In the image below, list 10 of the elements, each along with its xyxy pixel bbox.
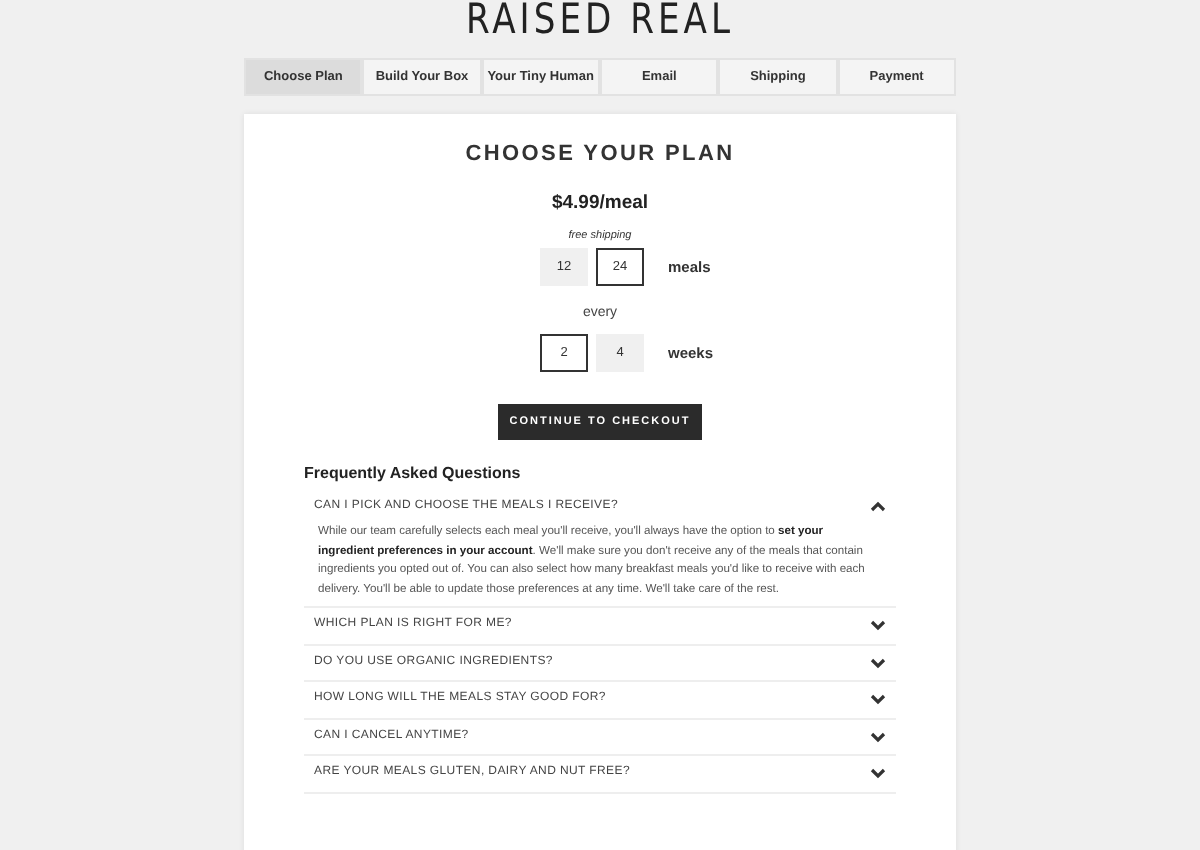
chevron-down-icon [870, 766, 886, 781]
page-title: CHOOSE YOUR PLAN [463, 142, 737, 167]
logo: RAISED REAL [464, 0, 736, 42]
chevron-up-icon [870, 499, 886, 514]
price: $4.99/meal [551, 194, 649, 216]
chevron-down-icon [870, 618, 886, 633]
chevron-down-icon [870, 692, 886, 707]
chevron-down-icon [870, 729, 886, 744]
chevron-down-icon [870, 655, 886, 670]
faq-heading: Frequently Asked Questions [304, 464, 523, 484]
